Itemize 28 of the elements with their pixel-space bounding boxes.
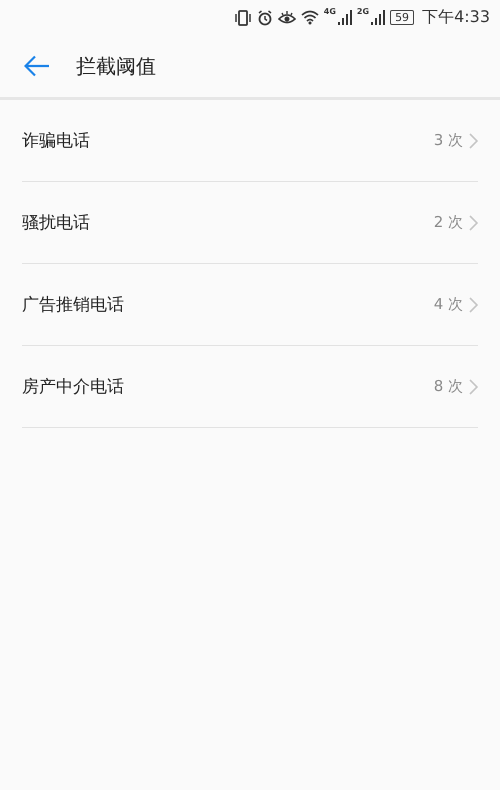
setting-label: 骚扰电话: [22, 212, 91, 234]
clock-time: 下午4:33: [422, 7, 490, 28]
battery-indicator: 59: [390, 10, 414, 25]
network-label: 2G: [356, 7, 370, 16]
vibrate-icon: [234, 10, 252, 26]
setting-label: 广告推销电话: [22, 294, 125, 316]
setting-value: 3 次: [434, 131, 463, 150]
setting-label: 房产中介电话: [22, 376, 125, 398]
chevron-icon: [469, 378, 478, 394]
setting-value: 4 次: [434, 295, 463, 314]
chevron-icon: [469, 214, 478, 230]
setting-value: 2 次: [434, 213, 463, 232]
signal-icon: [338, 10, 352, 25]
signal-icon: [371, 10, 386, 25]
setting-row[interactable]: 广告推销电话 4 次: [22, 264, 478, 346]
wifi-icon: [300, 10, 319, 25]
setting-row[interactable]: 骚扰电话 2 次: [22, 182, 478, 264]
setting-row[interactable]: 房产中介电话 8 次: [22, 346, 478, 428]
back-icon[interactable]: [24, 55, 50, 77]
network-label: 4G: [324, 7, 336, 16]
setting-value: 8 次: [434, 377, 463, 396]
page-title: 拦截阈值: [76, 52, 156, 80]
setting-label: 诈骗电话: [22, 130, 91, 152]
chevron-icon: [469, 296, 478, 312]
chevron-icon: [469, 132, 478, 148]
setting-row[interactable]: 诈骗电话 3 次: [22, 100, 478, 182]
alarm-icon: [256, 10, 273, 26]
eye-icon: [278, 10, 296, 26]
